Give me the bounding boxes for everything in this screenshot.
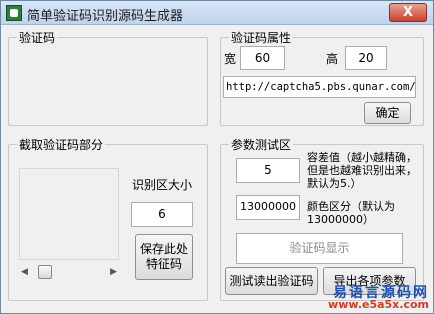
color-threshold-input[interactable]: 13000000 (236, 195, 300, 220)
save-feature-label: 保存此处特征码 (140, 242, 189, 271)
params-test-title: 参数测试区 (229, 136, 294, 153)
close-button[interactable]: X (389, 3, 427, 22)
captcha-result-display: 验证码显示 (236, 233, 403, 264)
scroll-right-icon[interactable]: ▶ (110, 267, 117, 277)
horizontal-scrollbar[interactable]: ◀ ▶ (19, 264, 119, 280)
watermark-url: www.e5a5x.com (328, 298, 429, 311)
window-title: 简单验证码识别源码生成器 (27, 9, 184, 24)
app-window: 简单验证码识别源码生成器 X 验证码 验证码属性 宽 60 高 20 http:… (0, 0, 434, 314)
height-label: 高 (326, 52, 339, 66)
height-input[interactable]: 20 (345, 46, 387, 70)
width-input[interactable]: 60 (240, 46, 285, 70)
app-icon (6, 5, 22, 21)
tolerance-label: 容差值（越小越精确，但是也越难识别出来，默认为5.） (307, 151, 417, 190)
title-bar: 简单验证码识别源码生成器 X (1, 1, 433, 25)
tolerance-input[interactable]: 5 (236, 158, 300, 183)
captcha-properties-title: 验证码属性 (229, 29, 294, 46)
url-input[interactable]: http://captcha5.pbs.qunar.com/api (223, 76, 416, 98)
scroll-left-icon[interactable]: ◀ (21, 267, 28, 277)
captcha-group-title: 验证码 (17, 29, 58, 46)
width-label: 宽 (224, 52, 237, 66)
region-size-input[interactable]: 6 (131, 202, 193, 227)
confirm-button[interactable]: 确定 (364, 102, 411, 124)
crop-group-title: 截取验证码部分 (17, 136, 106, 153)
captcha-preview-area[interactable] (19, 168, 119, 260)
test-read-button[interactable]: 测试读出验证码 (225, 267, 318, 295)
save-feature-button[interactable]: 保存此处特征码 (135, 234, 193, 280)
scroll-thumb[interactable] (38, 265, 52, 279)
region-size-label: 识别区大小 (132, 178, 193, 192)
color-threshold-label: 颜色区分（默认为13000000） (307, 200, 395, 226)
captcha-group: 验证码 (8, 29, 208, 126)
